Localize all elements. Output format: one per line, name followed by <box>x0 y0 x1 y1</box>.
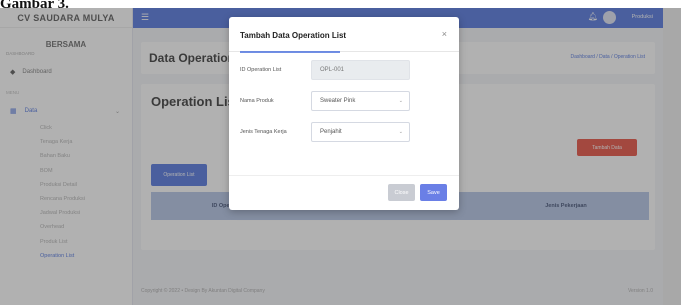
close-button[interactable]: Close <box>388 184 415 201</box>
nama-produk-label: Nama Produk <box>240 98 274 104</box>
chevron-down-icon: ⌄ <box>398 98 403 104</box>
id-operation-list-label: ID Operation List <box>240 67 282 73</box>
save-button[interactable]: Save <box>420 184 447 201</box>
close-icon[interactable]: × <box>442 29 447 39</box>
modal-header-accent <box>240 51 340 53</box>
nama-produk-value: Sweater Pink <box>320 98 356 104</box>
jenis-tenaga-kerja-value: Penjahit <box>320 129 342 135</box>
modal-footer-divider <box>229 175 459 176</box>
id-operation-list-value: OPL-001 <box>320 67 345 73</box>
jenis-tenaga-kerja-select[interactable]: Penjahit ⌄ <box>311 122 410 142</box>
id-operation-list-field: OPL-001 <box>311 60 410 80</box>
modal-title: Tambah Data Operation List <box>240 31 347 40</box>
nama-produk-select[interactable]: Sweater Pink ⌄ <box>311 91 410 111</box>
add-operation-list-modal: Tambah Data Operation List × ID Operatio… <box>229 17 459 210</box>
chevron-down-icon: ⌄ <box>398 129 403 135</box>
jenis-tenaga-kerja-label: Jenis Tenaga Kerja <box>240 129 287 135</box>
